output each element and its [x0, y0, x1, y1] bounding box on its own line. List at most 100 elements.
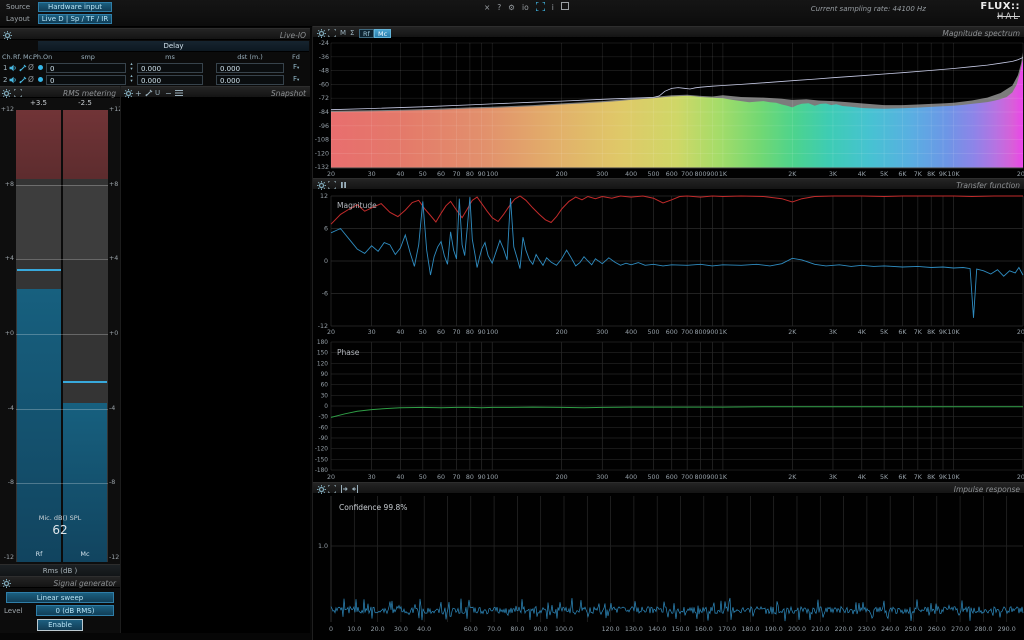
- gear-icon[interactable]: [317, 28, 326, 38]
- svg-text:90: 90: [478, 171, 486, 178]
- svg-text:120.0: 120.0: [602, 626, 620, 633]
- svg-text:2K: 2K: [788, 171, 797, 178]
- meter-scale-right: -4: [109, 405, 120, 412]
- help-icon[interactable]: ?: [497, 3, 501, 12]
- pause-icon[interactable]: [340, 180, 347, 190]
- smp-input[interactable]: 0: [46, 75, 126, 85]
- update-snapshot-icon[interactable]: U: [155, 88, 160, 98]
- info-icon[interactable]: i: [552, 3, 554, 12]
- fade-icon[interactable]: F▾: [293, 63, 299, 71]
- dst-input[interactable]: 0.000: [216, 63, 284, 73]
- enable-button[interactable]: Enable: [37, 619, 83, 631]
- impulse-response-chart[interactable]: 1.0Confidence 99.8%010.020.030.040.060.0…: [313, 494, 1024, 640]
- svg-text:60: 60: [437, 329, 445, 336]
- speaker-icon[interactable]: [9, 76, 17, 86]
- close-icon[interactable]: ×: [484, 3, 490, 12]
- brand-flux: FLUX::: [980, 1, 1020, 12]
- layout-select[interactable]: Live D | Sp / TF / IR: [38, 14, 112, 24]
- spinner-control[interactable]: ▴ ▾: [128, 74, 135, 84]
- window-icon[interactable]: [561, 2, 569, 12]
- sum-button[interactable]: Σ: [350, 28, 354, 38]
- gear-icon[interactable]: [2, 88, 11, 98]
- svg-text:3K: 3K: [829, 171, 838, 178]
- fullscreen-icon[interactable]: [536, 2, 545, 13]
- svg-text:230.0: 230.0: [858, 626, 876, 633]
- spinner-down-icon[interactable]: ▾: [130, 67, 132, 72]
- source-select[interactable]: Hardware input: [38, 2, 112, 12]
- gear-icon[interactable]: [317, 180, 326, 190]
- list-icon[interactable]: [175, 88, 183, 98]
- svg-text:200: 200: [556, 474, 568, 481]
- svg-text:2K: 2K: [788, 474, 797, 481]
- smp-input[interactable]: 0: [46, 63, 126, 73]
- svg-text:20K: 20K: [1017, 329, 1024, 336]
- gear-icon[interactable]: [2, 578, 11, 588]
- meter-readout-right: -2.5: [62, 99, 108, 107]
- channel-mc-button[interactable]: Mc: [374, 29, 391, 38]
- svg-text:3K: 3K: [829, 474, 838, 481]
- svg-text:800: 800: [695, 329, 707, 336]
- on-toggle[interactable]: [38, 77, 43, 82]
- svg-text:150: 150: [317, 351, 328, 357]
- marker-start-icon[interactable]: [340, 484, 348, 494]
- calibrate-icon[interactable]: [19, 76, 27, 86]
- phase-invert-icon[interactable]: Ø: [28, 63, 34, 72]
- ms-input[interactable]: 0.000: [137, 63, 203, 73]
- svg-text:50: 50: [419, 474, 427, 481]
- expand-icon[interactable]: [328, 484, 336, 494]
- transfer-function-chart[interactable]: Magnitude1260-6-122030405060708090100200…: [313, 190, 1024, 482]
- meter-scale-left: +12: [0, 106, 14, 113]
- ms-input[interactable]: 0.000: [137, 75, 203, 85]
- svg-text:900: 900: [706, 474, 718, 481]
- sampling-rate: Current sampling rate: 44100 Hz: [811, 5, 926, 13]
- spinner-control[interactable]: ▴ ▾: [128, 62, 135, 72]
- svg-text:30: 30: [368, 474, 376, 481]
- add-snapshot-icon[interactable]: +: [135, 88, 142, 98]
- dst-input[interactable]: 0.000: [216, 75, 284, 85]
- mode-m-button[interactable]: M: [340, 28, 346, 38]
- meter-divider: [61, 110, 63, 562]
- speaker-icon[interactable]: [9, 64, 17, 74]
- io-icon[interactable]: io: [522, 3, 529, 12]
- expand-icon[interactable]: [328, 180, 336, 190]
- gear-icon[interactable]: [124, 88, 133, 98]
- svg-text:400: 400: [625, 474, 637, 481]
- calibrate-icon[interactable]: [19, 64, 27, 74]
- sweep-type-button[interactable]: Linear sweep: [6, 592, 114, 603]
- svg-text:Phase: Phase: [337, 348, 360, 357]
- svg-text:210.0: 210.0: [811, 626, 829, 633]
- expand-icon[interactable]: [14, 88, 22, 98]
- remove-snapshot-icon[interactable]: −: [165, 88, 172, 98]
- svg-text:4K: 4K: [858, 171, 867, 178]
- gear-icon[interactable]: [317, 484, 326, 494]
- marker-end-icon[interactable]: [351, 484, 359, 494]
- meter-gridline: [16, 483, 108, 484]
- pen-icon[interactable]: [145, 88, 153, 98]
- expand-icon[interactable]: [328, 28, 336, 38]
- signal-generator-header: Signal generator: [0, 576, 120, 588]
- on-toggle[interactable]: [38, 65, 43, 70]
- svg-text:70.0: 70.0: [487, 626, 501, 633]
- meter-readout-left: +3.5: [16, 99, 61, 107]
- svg-text:80: 80: [466, 329, 474, 336]
- svg-text:7K: 7K: [914, 474, 923, 481]
- snapshot-list[interactable]: [121, 98, 310, 633]
- svg-text:10K: 10K: [947, 329, 960, 336]
- fade-icon[interactable]: F▾: [293, 75, 299, 83]
- svg-text:900: 900: [706, 171, 718, 178]
- magnitude-spectrum-chart[interactable]: -24-36-48-60-72-84-96-108-120-1322030405…: [313, 38, 1024, 178]
- meter-scale-right: +12: [109, 106, 120, 113]
- settings-icon[interactable]: ⚙: [508, 3, 515, 12]
- svg-text:100: 100: [486, 171, 498, 178]
- svg-text:70: 70: [452, 474, 460, 481]
- spinner-down-icon[interactable]: ▾: [130, 79, 132, 84]
- gear-icon[interactable]: [3, 30, 12, 40]
- svg-text:10K: 10K: [947, 474, 960, 481]
- level-value-button[interactable]: 0 (dB RMS): [36, 605, 114, 616]
- live-io-header: Live-IO: [0, 28, 310, 40]
- svg-text:20.0: 20.0: [371, 626, 385, 633]
- impulse-response-panel: Impulse response 1.0Confidence 99.8%010.…: [312, 482, 1024, 640]
- svg-text:700: 700: [681, 329, 693, 336]
- phase-invert-icon[interactable]: Ø: [28, 75, 34, 84]
- channel-rf-button[interactable]: Rf: [359, 29, 374, 38]
